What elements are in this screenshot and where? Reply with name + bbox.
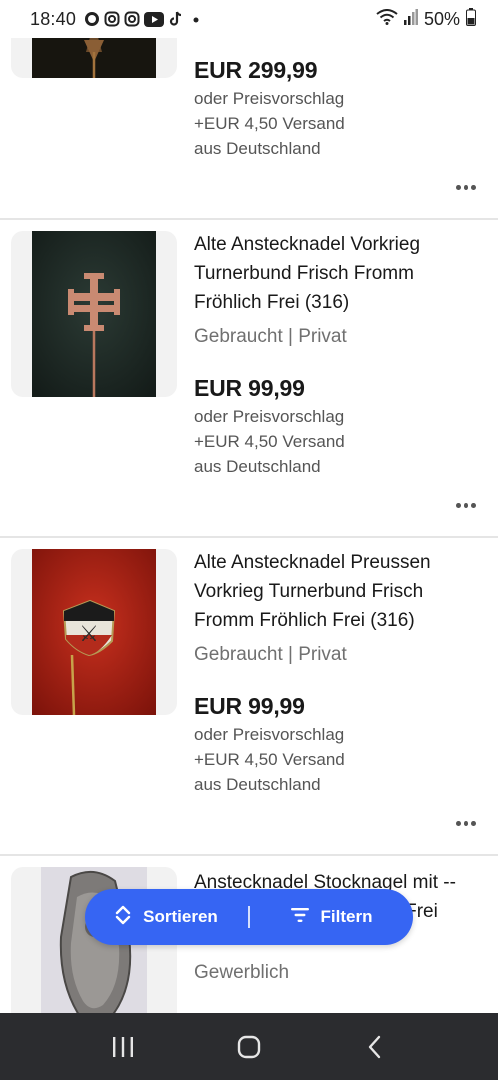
listing-offer: oder Preisvorschlag xyxy=(194,89,345,108)
listing-thumbnail[interactable]: ⚔ xyxy=(11,549,177,715)
battery-icon xyxy=(466,7,476,31)
listing-offer: oder Preisvorschlag xyxy=(194,407,345,426)
filter-icon xyxy=(290,907,309,927)
sort-label: Sortieren xyxy=(143,907,218,926)
status-bar: 18:40 50% xyxy=(0,0,498,38)
tiktok-icon xyxy=(168,11,184,27)
listing-item[interactable]: Alte Anstecknadel Vorkrieg Turnerbund Fr… xyxy=(0,220,498,537)
listing-price: EUR 99,99 xyxy=(194,375,305,401)
sort-filter-bar: Sortieren Filtern xyxy=(85,889,413,945)
back-button[interactable] xyxy=(355,1027,395,1067)
listing-price: EUR 99,99 xyxy=(194,693,305,719)
signal-icon xyxy=(403,8,418,30)
status-time: 18:40 xyxy=(30,8,77,29)
listing-condition: Gewerblich xyxy=(194,962,290,983)
listing-origin: aus Deutschland xyxy=(194,775,321,794)
chat-bubble-icon xyxy=(84,11,100,27)
sort-button[interactable]: Sortieren xyxy=(85,889,248,945)
home-icon xyxy=(237,1035,261,1058)
listing-origin: aus Deutschland xyxy=(194,457,321,476)
listing-thumbnail[interactable] xyxy=(11,231,177,397)
recent-apps-icon xyxy=(113,1036,133,1057)
more-options-icon[interactable] xyxy=(456,183,477,191)
listing-price: EUR 299,99 xyxy=(194,57,318,83)
sort-arrows-icon xyxy=(115,905,131,930)
instagram-icon xyxy=(104,11,120,27)
recent-apps-button[interactable] xyxy=(103,1027,143,1067)
notification-icons xyxy=(84,11,204,27)
listing-offer: oder Preisvorschlag xyxy=(194,725,345,744)
status-right: 50% xyxy=(376,7,476,31)
more-options-icon[interactable] xyxy=(456,501,477,509)
listing-title[interactable]: Alte Anstecknadel Preussen Vorkrieg Turn… xyxy=(194,548,484,635)
listing-photo xyxy=(32,231,156,397)
home-button[interactable] xyxy=(229,1027,269,1067)
listing-shipping: +EUR 4,50 Versand xyxy=(194,114,345,133)
filter-label: Filtern xyxy=(320,907,373,926)
listing-photo: ⚔ xyxy=(32,549,156,715)
listing-title[interactable]: Alte Anstecknadel Vorkrieg Turnerbund Fr… xyxy=(194,230,484,317)
listing-condition: Gebraucht | Privat xyxy=(194,644,347,665)
wifi-icon xyxy=(376,8,398,30)
system-nav-bar xyxy=(0,1013,498,1080)
svg-text:⚔: ⚔ xyxy=(79,622,99,647)
battery-text: 50% xyxy=(423,8,460,29)
filter-button[interactable]: Filtern xyxy=(250,889,413,945)
more-options-icon[interactable] xyxy=(456,819,477,827)
listing-condition: Gebraucht | Privat xyxy=(194,326,347,347)
listing-shipping: +EUR 4,50 Versand xyxy=(194,432,345,451)
dot-icon xyxy=(188,11,204,27)
instagram-icon xyxy=(124,11,140,27)
back-icon xyxy=(368,1035,381,1058)
listing-shipping: +EUR 4,50 Versand xyxy=(194,750,345,769)
youtube-icon xyxy=(144,11,165,27)
listing-item[interactable]: ⚔ Alte Anstecknadel Preussen Vorkrieg Tu… xyxy=(0,538,498,855)
listing-origin: aus Deutschland xyxy=(194,139,321,158)
